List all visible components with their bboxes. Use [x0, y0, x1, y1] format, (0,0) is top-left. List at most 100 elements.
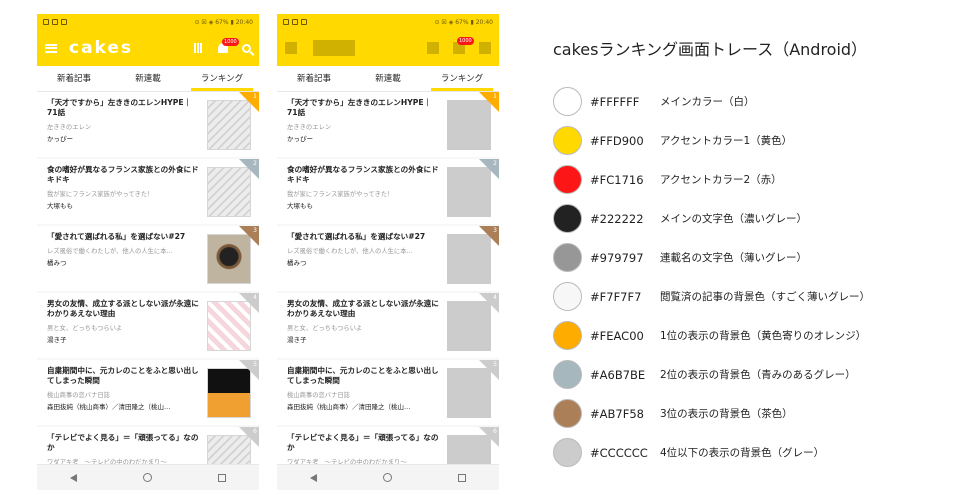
article-title: 「天才ですから」左ききのエレンHYPE｜71話 [287, 98, 432, 117]
android-nav-bar [277, 464, 499, 490]
article-title: 自粛期間中に、元カレのことをふと思い出してしまった瞬間 [287, 366, 439, 385]
ranking-card[interactable]: 「天才ですから」左ききのエレンHYPE｜71話 左ききのエレン かっぴー 1 [37, 92, 259, 157]
tab-new-series[interactable]: 新連載 [111, 66, 185, 91]
author-name: かっぴー [287, 135, 313, 143]
status-text: ⊙ ☒ ◈ 67% ▮ 20:40 [194, 18, 254, 26]
series-name: レズ風俗で働くわたしが、他人の人生に本… [47, 248, 173, 255]
ranking-card[interactable]: 食の嗜好が異なるフランス家族との外食にドキドキ 我が家にフランス家族がやってきた… [37, 159, 259, 224]
status-bar: ⊙ ☒ ◈ 67% ▮ 20:40 [277, 14, 499, 30]
home-icon[interactable] [143, 473, 152, 482]
tab-new-articles[interactable]: 新着記事 [37, 66, 111, 91]
article-title: 男女の友情、成立する派としない派が永遠にわかりあえない理由 [47, 299, 199, 318]
back-icon[interactable] [310, 473, 317, 482]
color-swatch [553, 243, 582, 272]
color-legend-row: #222222 メインの文字色（濃いグレー） [553, 199, 953, 238]
color-legend-row: #979797 連載名の文字色（薄いグレー） [553, 238, 953, 277]
author-name: 湯き子 [47, 336, 67, 344]
article-title: 「テレビでよく見る」＝「頑張ってる」なのか [47, 433, 199, 452]
bell-icon-placeholder[interactable]: 1000 [453, 37, 474, 54]
rank-number: 1 [493, 93, 497, 100]
ranking-card[interactable]: 自粛期間中に、元カレのことをふと思い出してしまった瞬間 桃山商事の恋バナ日誌 森… [37, 360, 259, 425]
article-title: 「天才ですから」左ききのエレンHYPE｜71話 [47, 98, 192, 117]
color-hex-code: #FFFFFF [590, 94, 640, 109]
ranking-card[interactable]: 男女の友情、成立する派としない派が永遠にわかりあえない理由 男と女、どっちもつら… [277, 293, 499, 358]
notification-badge: 1000 [222, 38, 239, 46]
article-title: 「愛されて選ばれる私」を選ばない#27 [47, 232, 186, 241]
color-description: メインの文字色（濃いグレー） [660, 213, 807, 225]
app-bar: 1000 [277, 30, 499, 66]
home-icon[interactable] [383, 473, 392, 482]
recent-apps-icon[interactable] [218, 473, 226, 482]
series-name: 左ききのエレン [47, 124, 92, 131]
rank-number: 2 [493, 160, 497, 167]
recent-apps-icon[interactable] [458, 473, 466, 482]
color-legend-row: #FEAC00 1位の表示の背景色（黄色寄りのオレンジ） [553, 316, 953, 355]
series-name: 左ききのエレン [287, 124, 332, 131]
notification-bell-icon[interactable]: 1000 [218, 38, 239, 53]
series-name: 我が家にフランス家族がやってきた！ [47, 191, 154, 198]
ranking-card[interactable]: 自粛期間中に、元カレのことをふと思い出してしまった瞬間 桃山商事の恋バナ日誌 森… [277, 360, 499, 425]
search-icon[interactable] [242, 43, 251, 53]
ranking-list: 「天才ですから」左ききのエレンHYPE｜71話 左ききのエレン かっぴー 1 食… [277, 92, 499, 490]
rank-number: 4 [253, 294, 257, 301]
rank-number: 3 [253, 227, 257, 234]
ranking-card[interactable]: 「天才ですから」左ききのエレンHYPE｜71話 左ききのエレン かっぴー 1 [277, 92, 499, 157]
color-description: アクセントカラー2（赤） [660, 174, 782, 186]
series-name: 桃山商事の恋バナ日誌 [287, 392, 350, 399]
color-swatch [553, 165, 582, 194]
legend-rows: #FFFFFF メインカラー（白） #FFD900 アクセントカラー1（黄色） #FC1… [553, 82, 953, 472]
color-legend-row: #A6B7BE 2位の表示の背景色（青みのあるグレー） [553, 355, 953, 394]
color-legend-row: #CCCCCC 4位以下の表示の背景色（グレー） [553, 433, 953, 472]
rank-number: 3 [493, 227, 497, 234]
color-description: 1位の表示の背景色（黄色寄りのオレンジ） [660, 330, 867, 342]
series-name: 桃山商事の恋バナ日誌 [47, 392, 110, 399]
series-name: 男と女、どっちもつらいよ [287, 325, 363, 332]
color-legend-row: #FC1716 アクセントカラー2（赤） [553, 160, 953, 199]
back-icon[interactable] [70, 473, 77, 482]
color-hex-code: #FFD900 [590, 133, 644, 148]
tab-ranking[interactable]: ランキング [425, 66, 499, 91]
tab-new-articles[interactable]: 新着記事 [277, 66, 351, 91]
rank-number: 2 [253, 160, 257, 167]
logo-placeholder [313, 40, 355, 56]
status-icons [43, 19, 67, 25]
search-icon-placeholder[interactable] [479, 42, 491, 54]
color-legend-row: #FFD900 アクセントカラー1（黄色） [553, 121, 953, 160]
ranking-list: 「天才ですから」左ききのエレンHYPE｜71話 左ききのエレン かっぴー 1 食… [37, 92, 259, 490]
rank-number: 1 [253, 93, 257, 100]
ranking-card[interactable]: 食の嗜好が異なるフランス家族との外食にドキドキ 我が家にフランス家族がやってきた… [277, 159, 499, 224]
menu-icon[interactable] [45, 43, 57, 53]
color-hex-code: #A6B7BE [590, 367, 646, 382]
color-swatch [553, 360, 582, 389]
bookshelf-icon[interactable] [194, 43, 204, 53]
ranking-card[interactable]: 男女の友情、成立する派としない派が永遠にわかりあえない理由 男と女、どっちもつら… [37, 293, 259, 358]
color-hex-code: #F7F7F7 [590, 289, 642, 304]
author-name: 森田抜純（桃山商事）／清田隆之（桃山… [47, 403, 171, 411]
tab-new-series[interactable]: 新連載 [351, 66, 425, 91]
ranking-card[interactable]: 「愛されて選ばれる私」を選ばない#27 レズ風俗で働くわたしが、他人の人生に本…… [37, 226, 259, 291]
color-legend-row: #AB7F58 3位の表示の背景色（茶色） [553, 394, 953, 433]
color-swatch [553, 321, 582, 350]
series-name: 男と女、どっちもつらいよ [47, 325, 123, 332]
article-title: 男女の友情、成立する派としない派が永遠にわかりあえない理由 [287, 299, 439, 318]
menu-icon-placeholder[interactable] [285, 42, 297, 54]
author-name: 湯き子 [287, 336, 307, 344]
color-hex-code: #222222 [590, 211, 644, 226]
color-description: 4位以下の表示の背景色（グレー） [660, 447, 825, 459]
article-title: 「テレビでよく見る」＝「頑張ってる」なのか [287, 433, 439, 452]
phone-screenshot-trace: ⊙ ☒ ◈ 67% ▮ 20:40 1000 新着記事 新連載 ランキング 「天… [277, 14, 499, 490]
bookshelf-icon-placeholder[interactable] [427, 42, 439, 54]
color-description: 連載名の文字色（薄いグレー） [660, 252, 807, 264]
series-name: レズ風俗で働くわたしが、他人の人生に本… [287, 248, 413, 255]
rank-number: 5 [253, 361, 257, 368]
ranking-card[interactable]: 「愛されて選ばれる私」を選ばない#27 レズ風俗で働くわたしが、他人の人生に本…… [277, 226, 499, 291]
color-swatch [553, 399, 582, 428]
color-description: メインカラー（白） [660, 96, 755, 108]
author-name: かっぴー [47, 135, 73, 143]
author-name: 大塚もも [287, 202, 313, 210]
tab-ranking[interactable]: ランキング [185, 66, 259, 91]
color-legend-row: #F7F7F7 閲覧済の記事の背景色（すごく薄いグレー） [553, 277, 953, 316]
article-title: 「愛されて選ばれる私」を選ばない#27 [287, 232, 426, 241]
color-swatch [553, 204, 582, 233]
color-swatch [553, 438, 582, 467]
